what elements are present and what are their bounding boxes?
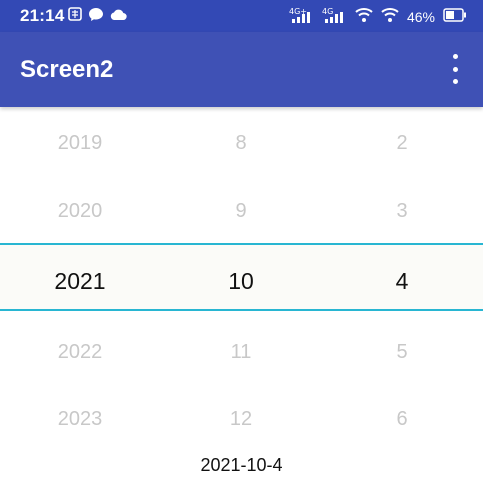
day-item[interactable]: 3 (322, 200, 482, 223)
battery-icon (443, 8, 467, 25)
signal-icon-2: 4G (322, 6, 347, 27)
wifi-icon-2 (381, 7, 399, 26)
notification-icon (68, 7, 82, 26)
more-vert-icon[interactable] (443, 54, 467, 84)
year-item[interactable]: 2022 (0, 341, 160, 364)
year-item[interactable]: 2020 (0, 200, 160, 223)
year-item[interactable]: 2023 (0, 408, 160, 431)
year-item[interactable]: 2019 (0, 132, 160, 155)
battery-percent: 46% (406, 8, 435, 25)
app-bar: Screen2 (0, 32, 483, 107)
month-wheel[interactable]: 8 9 10 11 12 (161, 108, 321, 448)
network-2-label: 4G (322, 7, 333, 16)
month-item[interactable]: 8 (161, 132, 321, 155)
day-item-selected[interactable]: 4 (322, 268, 482, 295)
year-item-selected[interactable]: 2021 (0, 268, 160, 295)
status-bar: 21:14 4G+ 4G 46% (0, 0, 483, 32)
day-item[interactable]: 6 (322, 408, 482, 431)
year-wheel[interactable]: 2019 2020 2021 2022 2023 (0, 108, 160, 448)
signal-icon: 4G+ (289, 6, 314, 27)
month-item[interactable]: 12 (161, 408, 321, 431)
page-title: Screen2 (20, 56, 114, 83)
day-item[interactable]: 5 (322, 341, 482, 364)
selected-date-text: 2021-10-4 (200, 455, 283, 475)
month-item[interactable]: 11 (161, 341, 321, 364)
status-time: 21:14 (20, 6, 65, 25)
status-left-icons (68, 6, 127, 27)
month-item-selected[interactable]: 10 (161, 268, 321, 295)
cloud-icon (110, 7, 127, 26)
month-item[interactable]: 9 (161, 200, 321, 223)
status-right: 4G+ 4G 46% (289, 6, 467, 27)
wifi-icon (355, 7, 373, 26)
chat-bubble-icon (88, 6, 104, 27)
day-item[interactable]: 2 (322, 132, 482, 155)
date-picker[interactable]: 2019 2020 2021 2022 2023 8 9 10 11 12 2 … (0, 108, 483, 448)
day-wheel[interactable]: 2 3 4 5 6 (322, 108, 482, 448)
